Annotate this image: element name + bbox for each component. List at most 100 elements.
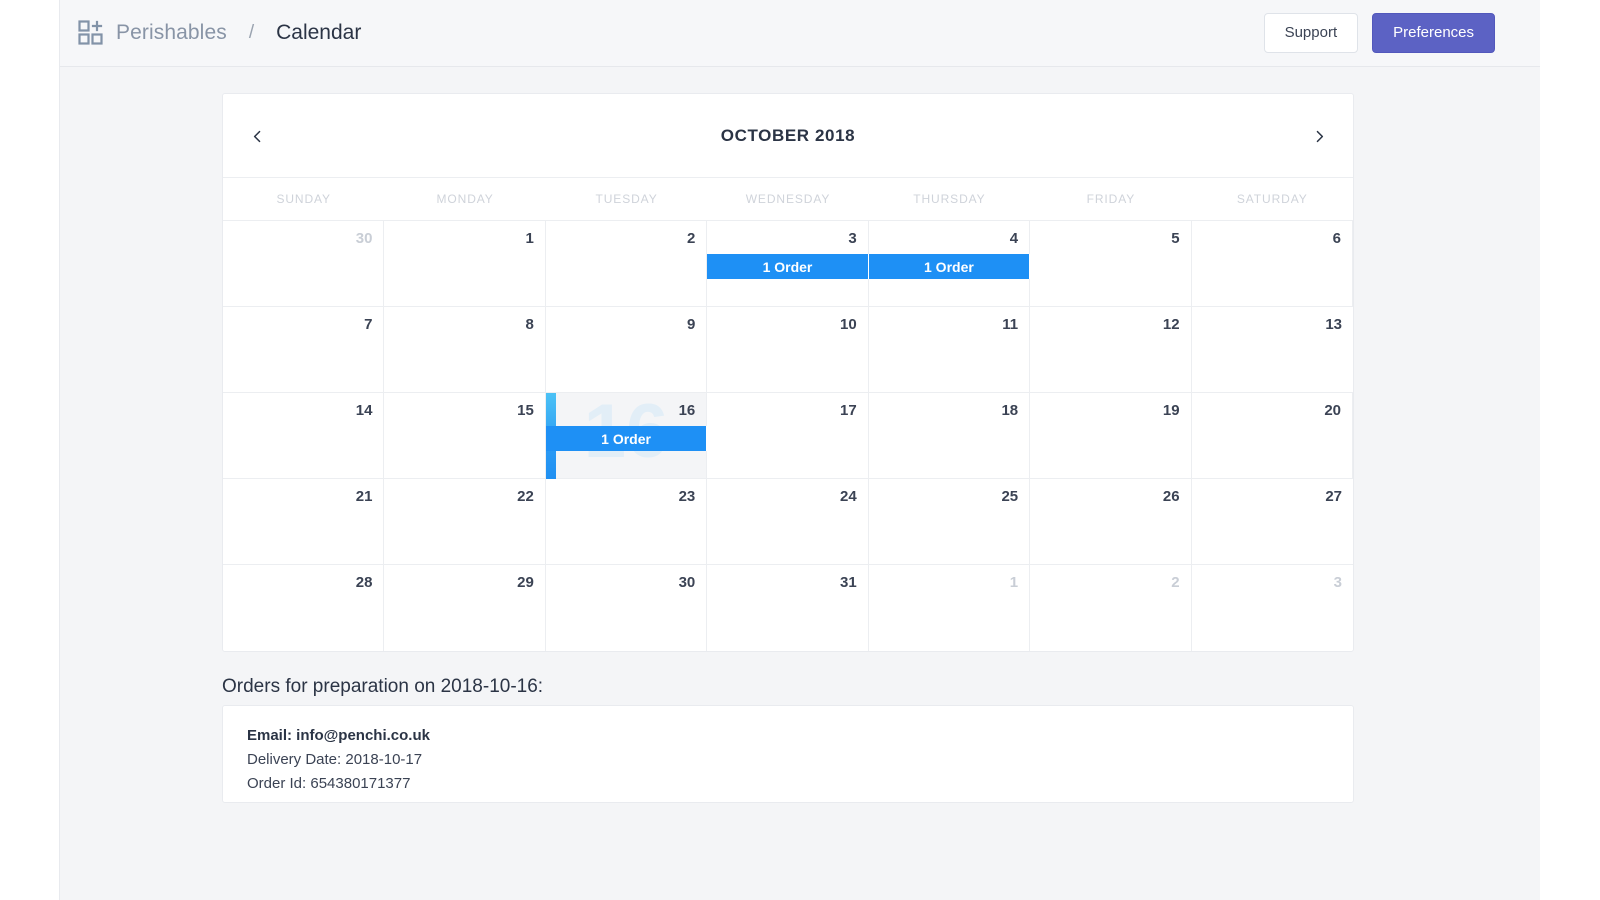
calendar-day-cell[interactable]: 24 [707,479,869,564]
calendar-day-number: 25 [1001,488,1019,505]
orders-section-title: Orders for preparation on 2018-10-16: [222,676,544,697]
calendar-day-number: 14 [355,402,373,419]
calendar-week-row: 7 8 9 10 11 12 13 [223,307,1353,393]
calendar-day-cell[interactable]: 26 [1030,479,1192,564]
preferences-button[interactable]: Preferences [1372,13,1495,53]
calendar-day-number: 27 [1325,488,1342,505]
calendar-day-number: 20 [1324,402,1341,419]
calendar-day-number: 23 [678,488,696,505]
calendar-day-number: 4 [1009,230,1019,247]
calendar-day-cell[interactable]: 23 [546,479,708,564]
calendar-day-cell[interactable]: 22 [384,479,546,564]
calendar-day-number: 9 [686,316,696,333]
next-month-chevron-icon[interactable] [1289,94,1349,178]
content-region: Perishables / Calendar Support Preferenc… [60,0,1540,900]
page-title: Calendar [276,21,362,44]
calendar-day-cell[interactable]: 9 [546,307,708,392]
calendar-day-number: 2 [686,230,696,247]
calendar-day-number: 18 [1001,402,1019,419]
calendar-month-title: OCTOBER 2018 [720,125,856,145]
order-order-id: Order Id: 654380171377 [247,775,411,792]
calendar-day-cell[interactable]: 2 [1030,565,1192,651]
calendar-day-cell[interactable]: 25 [869,479,1031,564]
grid-plus-icon[interactable] [78,20,104,46]
calendar-day-number: 26 [1162,488,1180,505]
calendar-day-cell[interactable]: 29 [384,565,546,651]
calendar-event-bar[interactable]: 1 Order [868,254,1031,279]
calendar-day-number: 13 [1325,316,1342,333]
calendar-day-cell[interactable]: 17 [707,393,869,478]
calendar-day-cell[interactable]: 2 [546,221,708,306]
calendar-day-cell[interactable]: 7 [223,307,385,392]
calendar-day-cell[interactable]: 30 [546,565,708,651]
day-of-week-monday: MONDAY [436,192,494,206]
calendar-grid: 30 1 2 3 4 5 6 1 Order 1 Order 7 8 9 10 11 12 13 14 15 16 1… [223,221,1353,651]
calendar-day-number: 30 [355,230,373,247]
calendar-header: OCTOBER 2018 [223,94,1353,178]
support-button[interactable]: Support [1263,13,1359,53]
order-delivery: Delivery Date: 2018-10-17 [247,751,423,768]
calendar-day-number: 3 [1333,574,1342,591]
calendar-day-number: 24 [840,488,857,505]
calendar-day-cell[interactable]: 10 [707,307,869,392]
prev-month-chevron-icon[interactable] [227,94,287,178]
calendar-day-cell[interactable]: 21 [223,479,385,564]
day-of-week-friday: FRIDAY [1086,192,1136,206]
calendar-day-number: 28 [355,574,373,591]
calendar-day-cell[interactable]: 28 [223,565,385,651]
calendar-day-number: 1 [525,230,534,247]
calendar-week-row: 21 22 23 24 25 26 27 [223,479,1353,565]
day-of-week-wednesday: WEDNESDAY [745,192,831,206]
calendar-day-cell[interactable]: 27 [1192,479,1353,564]
breadcrumb: Perishables / Calendar [78,20,361,46]
calendar-day-cell[interactable]: 1 [384,221,546,306]
calendar-day-number: 7 [364,316,373,333]
topbar: Perishables / Calendar Support Preferenc… [60,0,1540,67]
calendar-day-cell[interactable]: 1 [869,565,1031,651]
calendar-day-number: 1 [1009,574,1019,591]
calendar-week-row: 14151616171819201 Order [223,389,1353,479]
breadcrumb-brand[interactable]: Perishables [116,21,227,45]
calendar-day-cell[interactable]: 6 [1192,221,1353,306]
calendar-day-number: 19 [1162,402,1180,419]
calendar-day-number: 10 [840,316,857,333]
app-root: Perishables / Calendar Support Preferenc… [0,0,1600,900]
calendar-day-number: 6 [1332,230,1341,247]
calendar-day-cell[interactable]: 31 [707,565,869,651]
calendar-day-cell[interactable]: 18 [869,393,1031,478]
calendar-event-bar[interactable]: 1 Order [545,426,708,451]
calendar-day-cell[interactable]: 3 [1192,565,1353,651]
order-email: Email: info@penchi.co.uk [247,727,430,744]
calendar-day-number: 15 [517,402,534,419]
calendar-day-number: 21 [355,488,373,505]
calendar-day-cell[interactable]: 13 [1192,307,1353,392]
calendar-day-number: 11 [1002,316,1019,333]
calendar-day-cell[interactable]: 14 [223,393,385,478]
day-of-week-tuesday: TUESDAY [595,192,658,206]
calendar-day-number: 2 [1171,574,1180,591]
calendar-day-number: 29 [517,574,534,591]
calendar-event-bar[interactable]: 1 Order [707,254,869,279]
calendar-day-cell[interactable]: 15 [384,393,546,478]
calendar-week-row: 28 29 30 31 1 2 3 [223,565,1353,651]
calendar-day-cell[interactable]: 5 [1030,221,1192,306]
orders-detail-card: Email: info@penchi.co.uk Delivery Date: 2… [222,705,1354,803]
breadcrumb-separator: / [248,22,255,43]
left-rail [0,0,60,900]
calendar-card: OCTOBER 2018 SUNDAY MONDAY TUESDAY WEDNESDA… [222,93,1354,652]
calendar-day-cell[interactable]: 12 [1030,307,1192,392]
calendar-week-row: 30 1 2 3 4 5 6 1 Order 1 Order [223,221,1353,307]
calendar-day-number: 3 [848,230,857,247]
calendar-day-number: 16 [678,402,696,419]
day-of-week-saturday: SATURDAY [1236,192,1308,206]
calendar-day-cell[interactable]: 19 [1030,393,1192,478]
calendar-day-number: 31 [840,574,857,591]
calendar-day-number: 12 [1162,316,1180,333]
calendar-day-cell[interactable]: 20 [1192,393,1353,478]
calendar-day-cell[interactable]: 30 [223,221,385,306]
calendar-day-cell[interactable]: 11 [869,307,1031,392]
calendar-day-number: 5 [1171,230,1180,247]
day-of-week-thursday: THURSDAY [913,192,986,206]
calendar-day-cell[interactable]: 8 [384,307,546,392]
day-of-week-sunday: SUNDAY [276,192,331,206]
